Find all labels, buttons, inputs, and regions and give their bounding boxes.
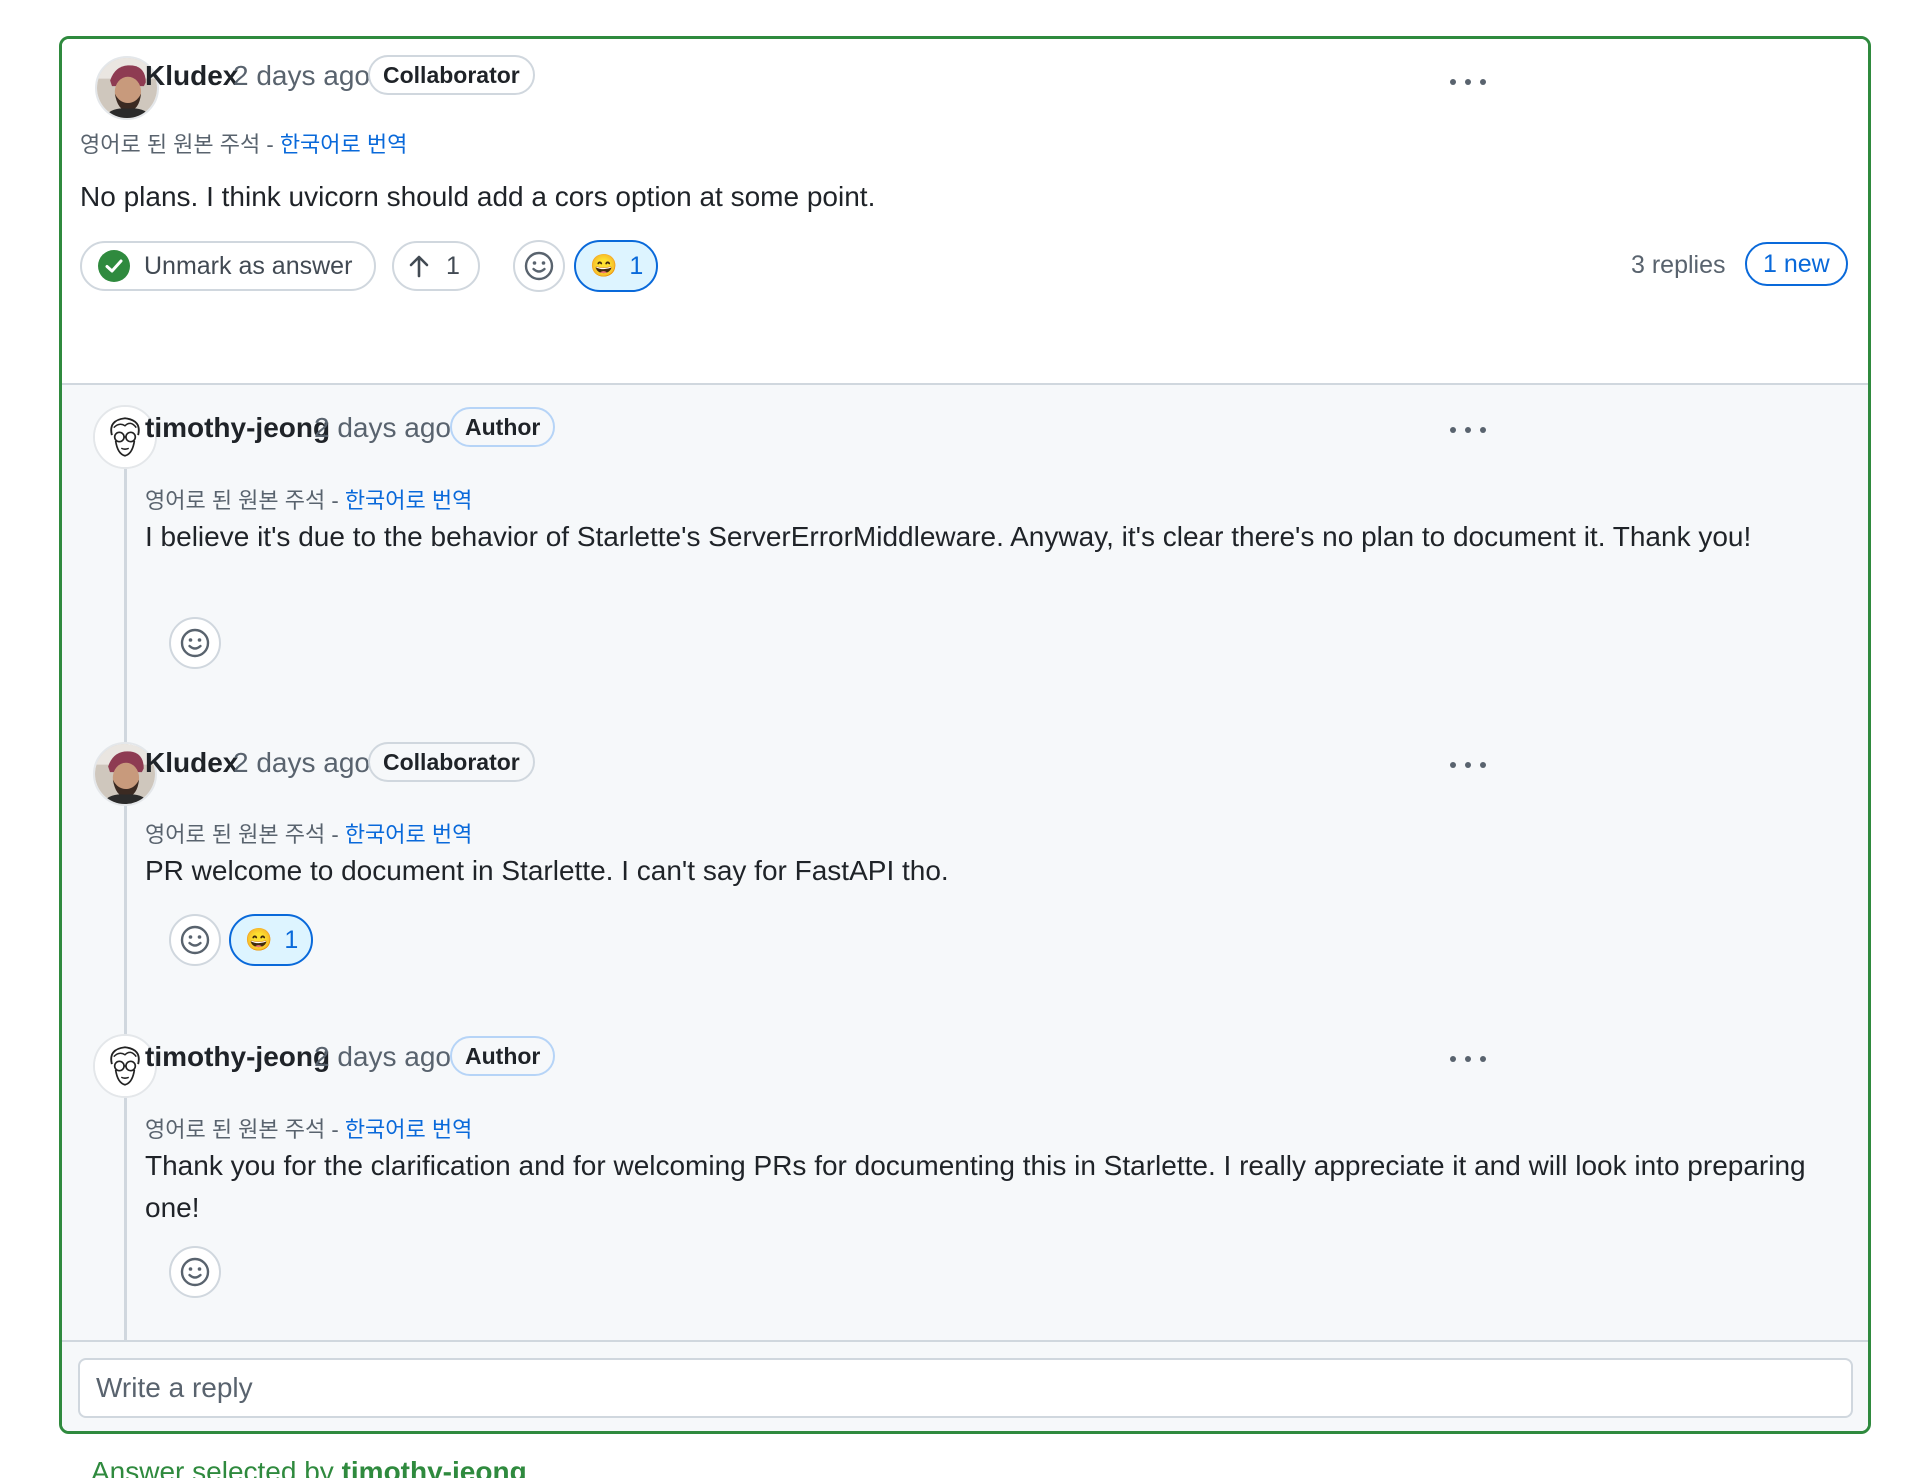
translation-notice: 영어로 된 원본 주석 - 한국어로 번역 xyxy=(145,817,472,849)
translate-link[interactable]: 한국어로 번역 xyxy=(280,132,408,157)
translation-prefix: 영어로 된 원본 주석 - xyxy=(145,822,345,847)
collaborator-badge: Collaborator xyxy=(368,742,535,782)
comment-body: No plans. I think uvicorn should add a c… xyxy=(80,181,876,212)
dot xyxy=(1465,1056,1471,1062)
dot xyxy=(1480,762,1486,768)
collaborator-badge: Collaborator xyxy=(368,55,535,95)
reply-composer: Write a reply xyxy=(62,1340,1868,1431)
grinning-face-icon: 😄 xyxy=(590,253,618,278)
reply-timestamp[interactable]: 2 days ago xyxy=(314,412,451,444)
more-options-button[interactable] xyxy=(1444,67,1492,97)
answer-selected-note: Answer selected by timothy-jeong xyxy=(91,1456,527,1478)
translation-prefix: 영어로 된 원본 주석 - xyxy=(80,132,280,157)
upvote-count: 1 xyxy=(446,251,460,280)
smiley-icon xyxy=(180,628,210,658)
reply-input[interactable]: Write a reply xyxy=(78,1358,1853,1418)
author-badge: Author xyxy=(450,407,556,447)
upvote-button[interactable]: 1 xyxy=(392,241,480,291)
comment-timestamp[interactable]: 2 days ago xyxy=(233,60,370,92)
translation-notice: 영어로 된 원본 주석 - 한국어로 번역 xyxy=(80,127,407,159)
dot xyxy=(1480,1056,1486,1062)
translation-notice: 영어로 된 원본 주석 - 한국어로 번역 xyxy=(145,483,472,515)
dot xyxy=(1480,79,1486,85)
answer-selected-prefix: Answer selected by xyxy=(91,1456,342,1478)
reaction-count: 1 xyxy=(629,251,644,280)
translate-link[interactable]: 한국어로 번역 xyxy=(345,822,473,847)
new-replies-badge[interactable]: 1 new xyxy=(1745,242,1848,286)
answer-comment-box: Kludex 2 days ago Collaborator 영어로 된 원본 … xyxy=(59,36,1871,1434)
dot xyxy=(1450,427,1456,433)
smiley-icon xyxy=(524,251,554,281)
comment-author[interactable]: Kludex xyxy=(145,60,238,92)
dot xyxy=(1450,79,1456,85)
dot xyxy=(1465,79,1471,85)
smiley-icon xyxy=(180,925,210,955)
reply-timestamp[interactable]: 2 days ago xyxy=(233,747,370,779)
thread-timeline xyxy=(124,465,127,1345)
translate-link[interactable]: 한국어로 번역 xyxy=(345,488,473,513)
translation-prefix: 영어로 된 원본 주석 - xyxy=(145,1117,345,1142)
dot xyxy=(1465,762,1471,768)
translation-notice: 영어로 된 원본 주석 - 한국어로 번역 xyxy=(145,1112,472,1144)
add-reaction-button[interactable] xyxy=(513,240,565,292)
reaction-smile-button[interactable]: 😄 1 xyxy=(574,240,658,292)
answer-selected-user[interactable]: timothy-jeong xyxy=(342,1456,527,1478)
reply-author[interactable]: timothy-jeong xyxy=(145,412,330,444)
reply-author[interactable]: timothy-jeong xyxy=(145,1041,330,1073)
reply-timestamp[interactable]: 2 days ago xyxy=(314,1041,451,1073)
reply-author[interactable]: Kludex xyxy=(145,747,238,779)
author-badge: Author xyxy=(450,1036,556,1076)
check-circle-icon xyxy=(98,250,130,282)
dot xyxy=(1480,427,1486,433)
more-options-button[interactable] xyxy=(1444,750,1492,780)
translate-link[interactable]: 한국어로 번역 xyxy=(345,1117,473,1142)
dot xyxy=(1450,762,1456,768)
smiley-icon xyxy=(180,1257,210,1287)
arrow-up-icon xyxy=(409,255,429,278)
unmark-answer-button[interactable]: Unmark as answer xyxy=(80,241,376,291)
add-reaction-button[interactable] xyxy=(169,617,221,669)
more-options-button[interactable] xyxy=(1444,415,1492,445)
more-options-button[interactable] xyxy=(1444,1044,1492,1074)
unmark-answer-label: Unmark as answer xyxy=(144,251,353,280)
translation-prefix: 영어로 된 원본 주석 - xyxy=(145,488,345,513)
reaction-count: 1 xyxy=(284,925,299,954)
main-comment: Kludex 2 days ago Collaborator 영어로 된 원본 … xyxy=(62,39,1868,383)
dot xyxy=(1465,427,1471,433)
reaction-smile-button[interactable]: 😄 1 xyxy=(229,914,313,966)
add-reaction-button[interactable] xyxy=(169,914,221,966)
dot xyxy=(1450,1056,1456,1062)
reply-body: Thank you for the clarification and for … xyxy=(145,1150,1806,1223)
replies-count: 3 replies xyxy=(1631,251,1726,279)
reply-body: PR welcome to document in Starlette. I c… xyxy=(145,855,949,886)
add-reaction-button[interactable] xyxy=(169,1246,221,1298)
reply-thread: timothy-jeong 2 days ago Author 영어로 된 원본… xyxy=(62,383,1868,1345)
reply-body: I believe it's due to the behavior of St… xyxy=(145,521,1752,552)
grinning-face-icon: 😄 xyxy=(245,927,273,952)
